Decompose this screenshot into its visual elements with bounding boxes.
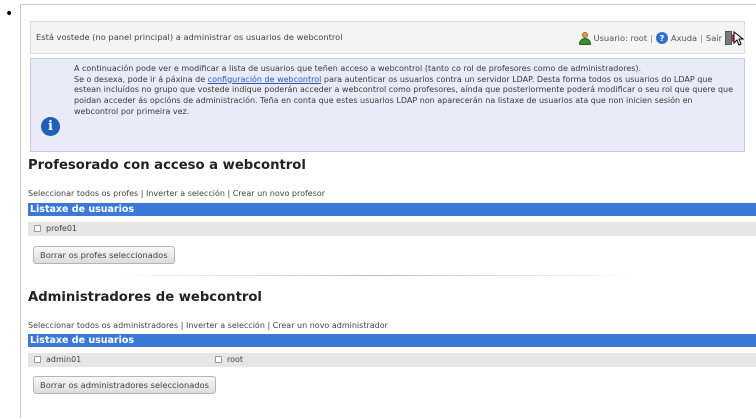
invert-teachers-selection-link[interactable]: Inverter a selección [146,189,225,198]
user-checkbox[interactable] [34,356,41,363]
config-link[interactable]: configuración de webcontrol [208,75,322,84]
user-label: profe01 [46,224,78,233]
teachers-section-title: Profesorado con acceso a webcontrol [28,158,306,173]
admins-actions: Seleccionar todos os administradores | I… [28,321,388,330]
teachers-actions: Seleccionar todos os profes | Inverter a… [28,189,326,198]
user-icon [578,31,591,45]
info-box: i A continuación pode ver e modificar a … [30,58,745,152]
info-line-1: A continuación pode ver e modificar a li… [74,64,642,73]
user-label: admin01 [46,355,82,364]
user-checkbox[interactable] [34,225,41,232]
section-divider [116,275,636,276]
table-row: admin01 root [28,353,756,367]
status-text: Está vostede (no panel principal) a admi… [36,32,343,42]
admins-section-title: Administradores de webcontrol [28,290,262,305]
top-status-bar: Está vostede (no panel principal) a admi… [30,21,745,54]
exit-link[interactable]: Saír [706,33,722,43]
user-label: root [227,355,244,364]
table-row: profe01 [28,222,756,236]
user-menu: Usuario: root | ? Axuda | Saír [578,28,738,48]
info-icon: i [41,117,60,136]
delete-admins-button[interactable]: Borrar os administradores seleccionados [33,376,216,394]
select-all-teachers-link[interactable]: Seleccionar todos os profes [28,189,138,198]
info-line-2: Se o desexa, pode ir á páxina de configu… [74,74,734,116]
admins-list-header: Listaxe de usuarios [28,334,756,347]
teachers-list-header: Listaxe de usuarios [28,203,756,216]
user-checkbox[interactable] [215,356,222,363]
help-link[interactable]: Axuda [671,33,697,43]
info-text: A continuación pode ver e modificar a li… [74,64,739,118]
delete-teachers-button[interactable]: Borrar os profes seleccionados [33,246,175,264]
help-icon[interactable]: ? [655,32,668,44]
mouse-cursor-icon [733,31,744,46]
current-user-label: Usuario: root [593,33,648,43]
webcontrol-panel: Está vostede (no panel principal) a admi… [20,4,756,418]
select-all-admins-link[interactable]: Seleccionar todos os administradores [28,321,178,330]
list-bullet: • [5,6,14,22]
invert-admins-selection-link[interactable]: Inverter a selección [186,321,265,330]
create-teacher-link[interactable]: Crear un novo profesor [233,189,325,198]
create-admin-link[interactable]: Crear un novo administrador [273,321,388,330]
